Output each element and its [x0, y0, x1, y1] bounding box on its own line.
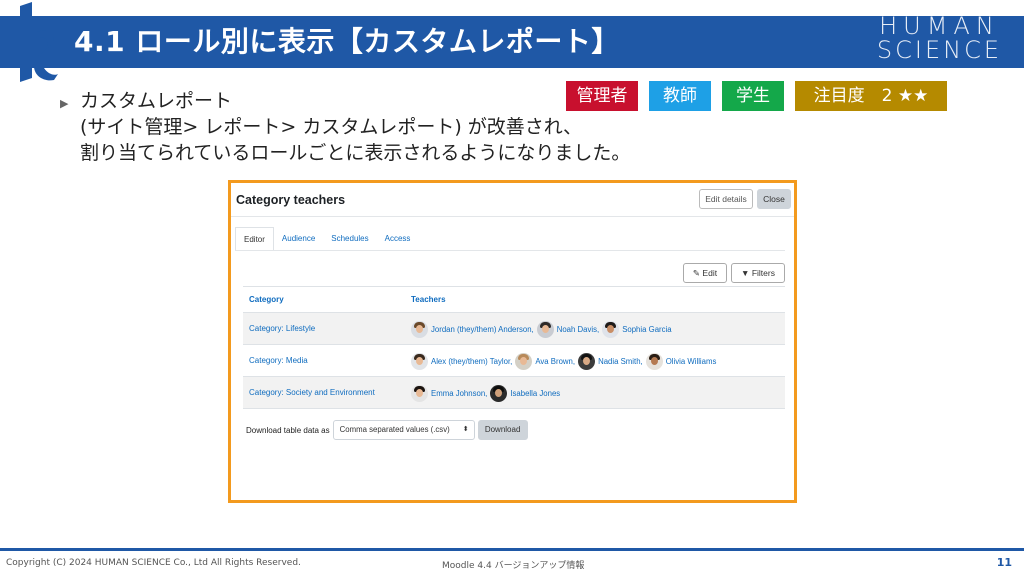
category-link[interactable]: Category: Society and Environment	[249, 377, 375, 409]
footer-line	[0, 548, 1024, 551]
download-button[interactable]: Download	[477, 420, 528, 440]
bullet-arrow-icon: ▶	[60, 97, 69, 110]
table-row: Category: Lifestyle Jordan (they/them) A…	[243, 312, 785, 344]
avatar	[411, 352, 428, 370]
report-tabs: Editor Audience Schedules Access	[235, 227, 418, 251]
teachers-cell: Jordan (they/them) Anderson, Noah Davis,…	[411, 313, 672, 345]
teacher-name: Alex (they/them) Taylor,	[431, 356, 513, 366]
teacher-link[interactable]: Emma Johnson,	[411, 384, 488, 402]
tab-schedules[interactable]: Schedules	[323, 227, 376, 251]
avatar	[602, 320, 620, 338]
brand-wordmark: HUMAN SCIENCE	[877, 14, 1002, 62]
body-text: カスタムレポート (サイト管理> レポート> カスタムレポート) が改善され、 …	[80, 88, 630, 166]
teacher-link[interactable]: Isabella Jones	[490, 384, 561, 402]
teacher-name: Jordan (they/them) Anderson,	[431, 324, 534, 334]
teacher-name: Sophia Garcia	[622, 324, 672, 334]
avatar	[411, 384, 428, 402]
download-format-select[interactable]: Comma separated values (.csv) ⬍	[332, 420, 475, 440]
download-row: Download table data as Comma separated v…	[246, 420, 528, 440]
close-button[interactable]: Close	[757, 189, 791, 209]
teacher-link[interactable]: Noah Davis,	[536, 320, 600, 338]
header-divider	[231, 216, 794, 217]
column-header-category[interactable]: Category	[249, 287, 284, 313]
body-line: (サイト管理> レポート> カスタムレポート) が改善され、	[80, 116, 582, 138]
slide-header: 4.1 ロール別に表示【カスタムレポート】 HUMAN SCIENCE	[0, 0, 1024, 82]
badge-attention: 注目度 2 ★★	[795, 81, 947, 111]
download-format-value: Comma separated values (.csv)	[339, 425, 450, 434]
select-caret-icon: ⬍	[462, 426, 469, 433]
teacher-name: Isabella Jones	[510, 388, 561, 398]
teacher-link[interactable]: Ava Brown,	[515, 352, 576, 370]
teacher-name: Noah Davis,	[556, 324, 600, 334]
teacher-name: Emma Johnson,	[431, 388, 488, 398]
teacher-link[interactable]: Nadia Smith,	[578, 352, 643, 370]
tab-audience[interactable]: Audience	[274, 227, 323, 251]
report-title: Category teachers	[236, 193, 346, 207]
download-label: Download table data as	[246, 425, 330, 435]
badge-teacher: 教師	[649, 81, 711, 111]
avatar	[490, 384, 508, 402]
column-header-teachers[interactable]: Teachers	[411, 287, 446, 313]
teacher-link[interactable]: Olivia Williams	[645, 352, 717, 370]
filter-icon: ▼	[741, 268, 750, 278]
teacher-name: Nadia Smith,	[598, 356, 643, 366]
pencil-icon: ✎	[692, 268, 701, 278]
tab-access[interactable]: Access	[377, 227, 419, 251]
teacher-name: Olivia Williams	[665, 356, 717, 366]
badge-student: 学生	[722, 81, 784, 111]
edit-button-label: Edit	[702, 268, 718, 278]
report-screenshot-frame: Category teachers Edit details Close Edi…	[228, 180, 797, 503]
avatar	[515, 352, 533, 370]
teacher-link[interactable]: Alex (they/them) Taylor,	[411, 352, 513, 370]
table-header-row: Category Teachers	[243, 286, 785, 312]
footer-center-text: Moodle 4.4 バージョンアップ情報	[442, 561, 585, 571]
avatar	[578, 352, 596, 370]
teachers-cell: Alex (they/them) Taylor, Ava Brown, Nadi…	[411, 345, 716, 377]
company-logo-icon	[20, 2, 58, 82]
report-table: Category Teachers Category: Lifestyle Jo…	[243, 286, 785, 409]
teacher-link[interactable]: Jordan (they/them) Anderson,	[411, 320, 534, 338]
tabs-divider	[235, 250, 785, 251]
page-number: 11	[996, 556, 1012, 569]
filters-button-label: Filters	[751, 268, 775, 278]
table-row: Category: Media Alex (they/them) Taylor,…	[243, 344, 785, 376]
brand-line-1: HUMAN	[879, 12, 1000, 40]
body-line: カスタムレポート	[80, 90, 233, 112]
table-row: Category: Society and Environment Emma J…	[243, 376, 785, 408]
avatar	[536, 320, 554, 338]
slide-title: 4.1 ロール別に表示【カスタムレポート】	[74, 25, 620, 58]
footer-copyright: Copyright (C) 2024 HUMAN SCIENCE Co., Lt…	[6, 558, 301, 568]
teacher-name: Ava Brown,	[535, 356, 576, 366]
body-line: 割り当てられているロールごとに表示されるようになりました。	[80, 142, 631, 164]
edit-details-button[interactable]: Edit details	[699, 189, 753, 209]
brand-line-2: SCIENCE	[876, 36, 1002, 64]
category-link[interactable]: Category: Lifestyle	[249, 313, 315, 345]
teachers-cell: Emma Johnson, Isabella Jones	[411, 377, 560, 409]
tab-editor[interactable]: Editor	[235, 227, 274, 251]
filters-button[interactable]: ▼ Filters	[731, 263, 785, 283]
edit-button[interactable]: ✎ Edit	[683, 263, 727, 283]
teacher-link[interactable]: Sophia Garcia	[602, 320, 672, 338]
avatar	[645, 352, 663, 370]
avatar	[411, 320, 428, 338]
table-bottom-border	[243, 408, 785, 409]
category-link[interactable]: Category: Media	[249, 345, 308, 377]
